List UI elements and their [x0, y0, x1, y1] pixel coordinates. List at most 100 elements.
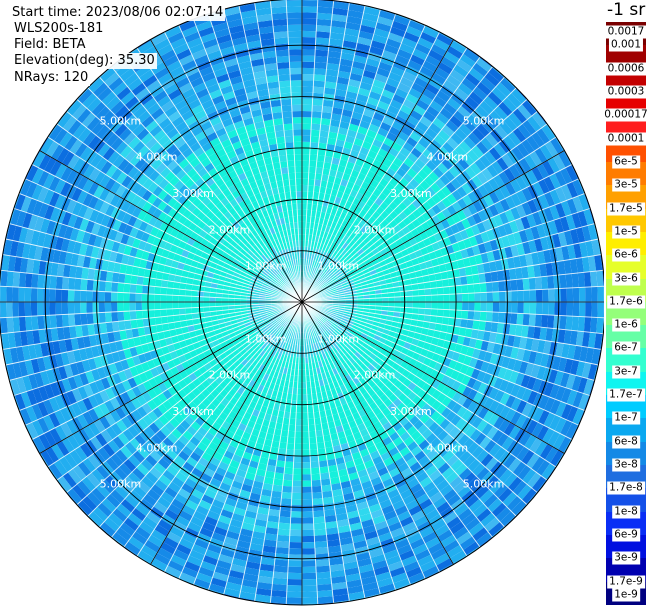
beta-cell	[522, 278, 530, 291]
beta-cell	[67, 302, 75, 315]
beta-cell	[523, 290, 531, 302]
beta-cell	[74, 313, 82, 326]
beta-cell	[412, 302, 420, 309]
beta-cell	[61, 276, 70, 290]
beta-cell	[302, 49, 316, 56]
beta-cell	[160, 294, 167, 302]
beta-cell	[437, 294, 444, 302]
beta-cell	[455, 285, 463, 294]
beta-cell	[442, 286, 450, 295]
beta-cell	[590, 317, 598, 333]
beta-cell	[302, 104, 313, 112]
beta-cell	[302, 400, 308, 407]
beta-cell	[302, 394, 308, 401]
beta-cell	[154, 309, 162, 318]
beta-cell	[292, 474, 302, 481]
beta-cell	[280, 504, 292, 512]
beta-cell	[302, 30, 317, 38]
beta-cell	[312, 105, 323, 112]
beta-cell	[302, 24, 317, 32]
beta-cell	[6, 286, 13, 302]
beta-cell	[498, 291, 506, 302]
beta-cell	[313, 80, 326, 88]
beta-cell	[400, 302, 407, 308]
beta-cell	[528, 313, 536, 327]
beta-cell	[160, 287, 168, 295]
beta-cell	[302, 597, 318, 604]
beta-cell	[37, 288, 44, 302]
beta-cell	[320, 472, 330, 480]
beta-cell	[443, 294, 450, 302]
beta-cell	[309, 442, 318, 450]
beta-cell	[320, 124, 330, 132]
beta-cell	[0, 302, 7, 318]
beta-cell	[37, 315, 45, 330]
beta-cell	[504, 280, 512, 292]
beta-cell	[449, 309, 456, 319]
beta-cell	[6, 317, 14, 333]
beta-cell	[278, 522, 291, 530]
beta-cell	[315, 43, 330, 51]
beta-cell	[6, 271, 14, 287]
beta-cell	[92, 291, 99, 302]
beta-cell	[43, 302, 50, 316]
beta-cell	[472, 274, 480, 284]
beta-cell	[511, 290, 518, 302]
beta-cell	[302, 166, 310, 173]
beta-cell	[197, 302, 204, 308]
beta-cell	[147, 293, 155, 302]
beta-cell	[302, 511, 314, 518]
beta-cell	[141, 285, 149, 294]
beta-cell	[302, 197, 308, 204]
beta-cell	[430, 287, 438, 296]
beta-cell	[43, 288, 50, 302]
beta-cell	[24, 302, 32, 317]
beta-cell	[554, 302, 561, 316]
beta-cell	[310, 135, 320, 143]
beta-cell	[135, 310, 143, 320]
beta-cell	[296, 406, 302, 413]
beta-cell	[559, 274, 567, 289]
beta-cell	[129, 292, 136, 302]
beta-cell	[548, 302, 555, 316]
beta-cell	[287, 578, 302, 586]
beta-cell	[290, 511, 302, 518]
beta-cell	[541, 314, 549, 328]
beta-cell	[302, 0, 318, 7]
beta-cell	[178, 295, 186, 302]
beta-cell	[578, 287, 586, 302]
beta-cell	[302, 388, 307, 395]
beta-cell	[302, 474, 312, 481]
beta-cell	[442, 309, 450, 318]
beta-cell	[286, 442, 295, 450]
beta-cell	[302, 412, 309, 420]
beta-cell	[209, 302, 216, 307]
beta-cell	[505, 302, 512, 313]
beta-cell	[302, 480, 312, 487]
beta-cell	[118, 273, 126, 284]
beta-cell	[0, 286, 7, 302]
beta-cell	[302, 43, 316, 50]
beta-cell	[302, 505, 313, 512]
beta-cell	[160, 302, 167, 310]
beta-cell	[123, 311, 131, 321]
beta-cell	[111, 311, 119, 322]
beta-cell	[314, 49, 329, 57]
beta-cell	[279, 510, 292, 518]
beta-cell	[590, 271, 598, 287]
beta-cell	[449, 285, 456, 295]
beta-cell	[461, 310, 469, 320]
beta-cell	[479, 311, 487, 322]
beta-cell	[597, 286, 604, 302]
beta-cell	[297, 388, 302, 395]
beta-cell	[302, 6, 318, 13]
beta-cell	[315, 31, 331, 39]
beta-cell	[466, 319, 474, 329]
beta-cell	[449, 293, 457, 302]
beta-cell	[184, 302, 192, 309]
beta-cell	[110, 292, 118, 302]
beta-cell	[315, 559, 330, 567]
beta-cell	[313, 74, 326, 82]
beta-cell	[276, 534, 290, 543]
beta-cell	[596, 270, 604, 287]
